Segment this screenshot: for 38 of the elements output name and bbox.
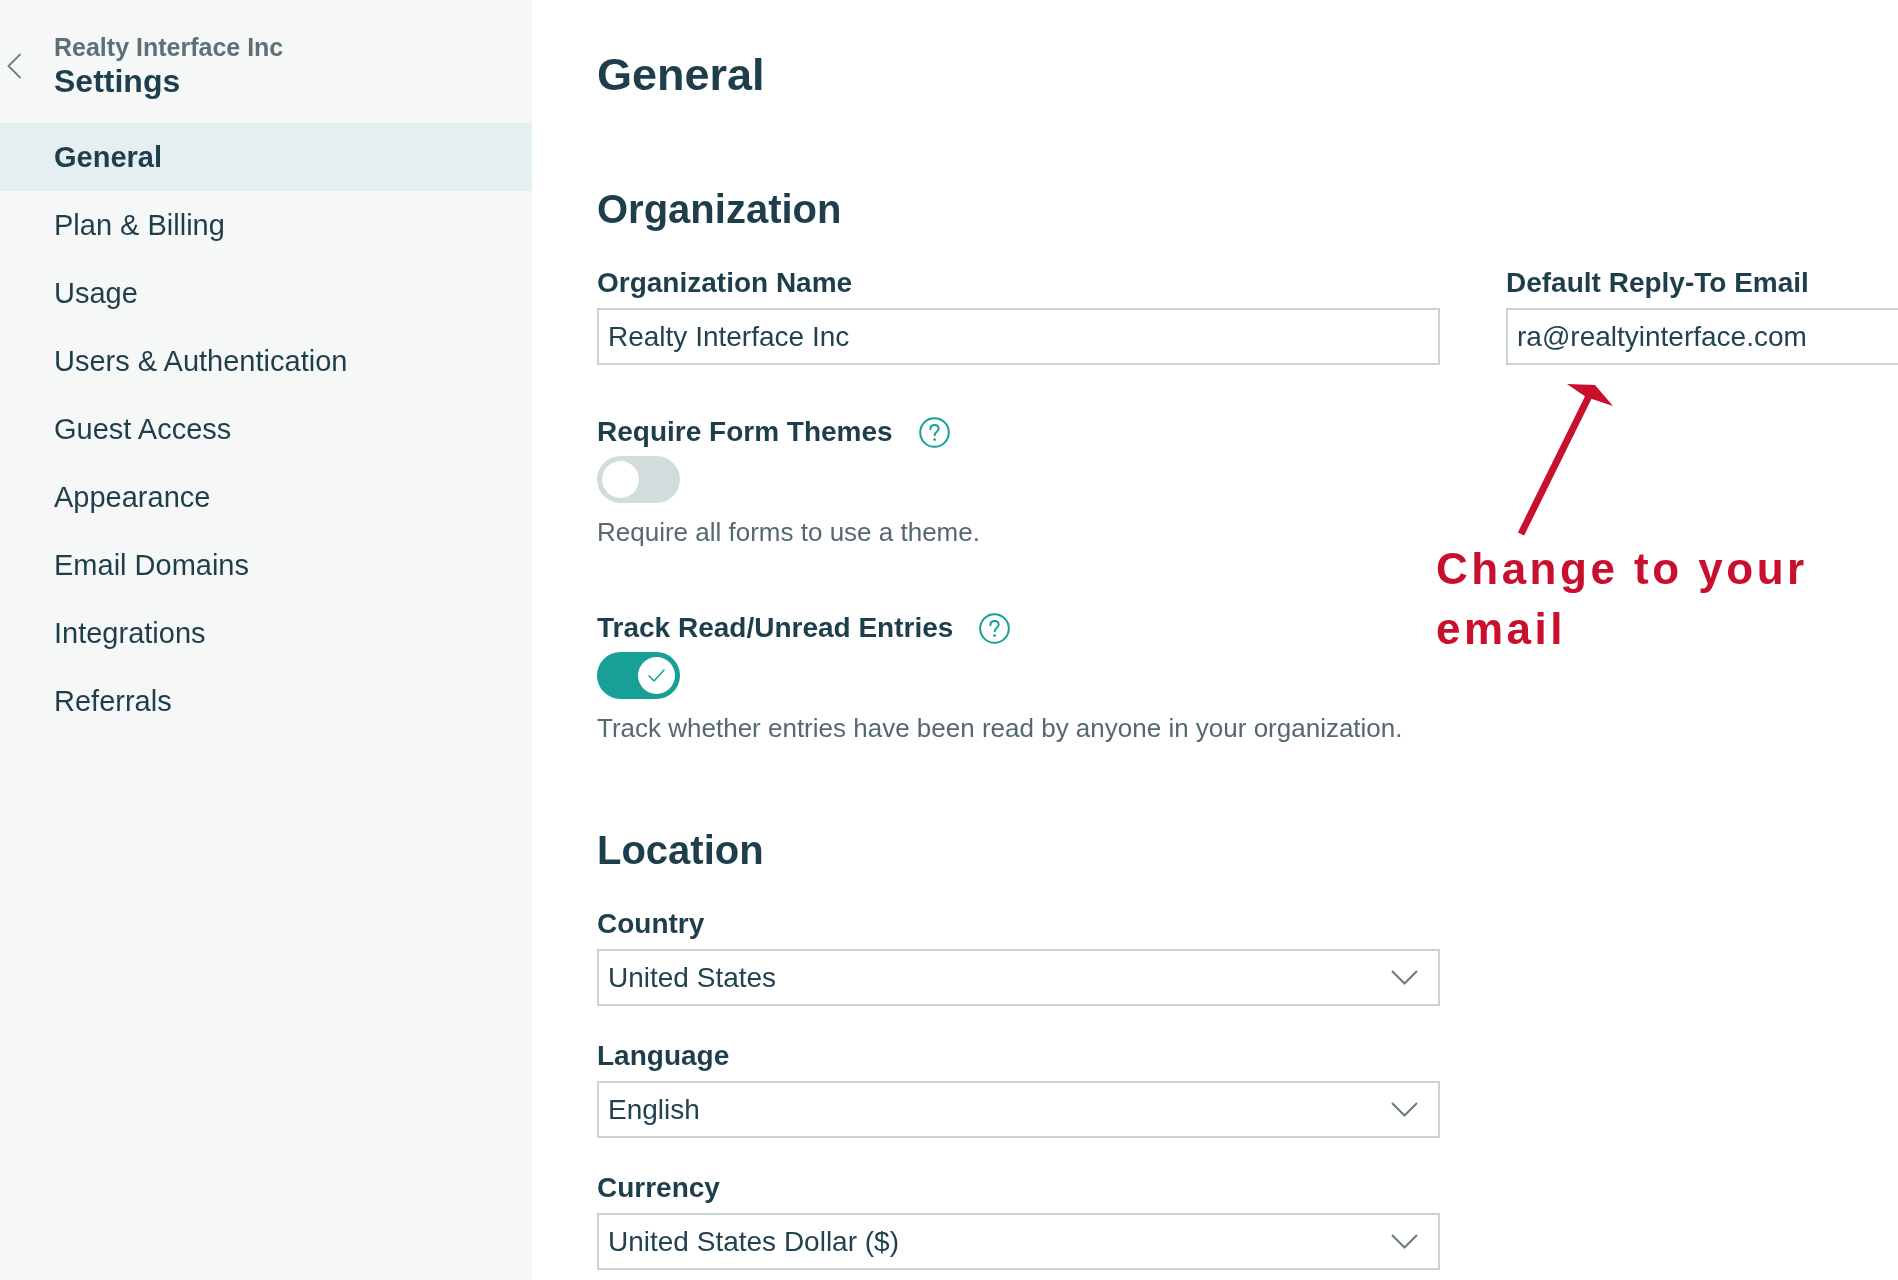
- field-description: Require all forms to use a theme.: [597, 517, 980, 547]
- field-label: Require Form Themes: [597, 415, 893, 449]
- help-icon[interactable]: [918, 416, 950, 448]
- chevron-down-icon: [1391, 970, 1418, 985]
- text-input[interactable]: ra@realtyinterface.com: [1506, 308, 1898, 365]
- nav-item[interactable]: Appearance: [0, 463, 532, 531]
- nav-item[interactable]: Integrations: [0, 599, 532, 667]
- toggle-switch[interactable]: [597, 652, 680, 699]
- text-input[interactable]: Realty Interface Inc: [597, 308, 1440, 365]
- dropdown[interactable]: English: [597, 1081, 1440, 1138]
- organization-name: Realty Interface Inc: [54, 32, 284, 62]
- sidebar-title: Settings: [54, 62, 182, 100]
- nav-item[interactable]: Plan & Billing: [0, 191, 532, 259]
- nav-item[interactable]: Email Domains: [0, 531, 532, 599]
- section-title: Location: [597, 827, 764, 874]
- field-label: Track Read/Unread Entries: [597, 611, 954, 645]
- field-description: Track whether entries have been read by anyone in your organization.: [597, 713, 1403, 743]
- field-label: Default Reply-To Email: [1506, 266, 1809, 300]
- chevron-down-icon: [1391, 1102, 1418, 1117]
- nav-item[interactable]: Guest Access: [0, 395, 532, 463]
- check-icon: [648, 669, 665, 682]
- back-icon[interactable]: [7, 53, 22, 79]
- section-title: Organization: [597, 186, 842, 233]
- field-label: Language: [597, 1039, 730, 1073]
- nav-item[interactable]: Usage: [0, 259, 532, 327]
- field-label: Country: [597, 907, 705, 941]
- dropdown[interactable]: United States: [597, 949, 1440, 1006]
- chevron-down-icon: [1391, 1234, 1418, 1249]
- nav-item[interactable]: Users & Authentication: [0, 327, 532, 395]
- field-label: Currency: [597, 1171, 720, 1205]
- page-title: General: [597, 48, 765, 102]
- toggle-switch[interactable]: [597, 456, 680, 503]
- dropdown[interactable]: United States Dollar ($): [597, 1213, 1440, 1270]
- help-icon[interactable]: [979, 612, 1011, 644]
- nav-item[interactable]: General: [0, 123, 532, 191]
- nav-item[interactable]: Referrals: [0, 667, 532, 735]
- field-label: Organization Name: [597, 266, 853, 300]
- annotation-text: Change to your email: [1436, 543, 1809, 655]
